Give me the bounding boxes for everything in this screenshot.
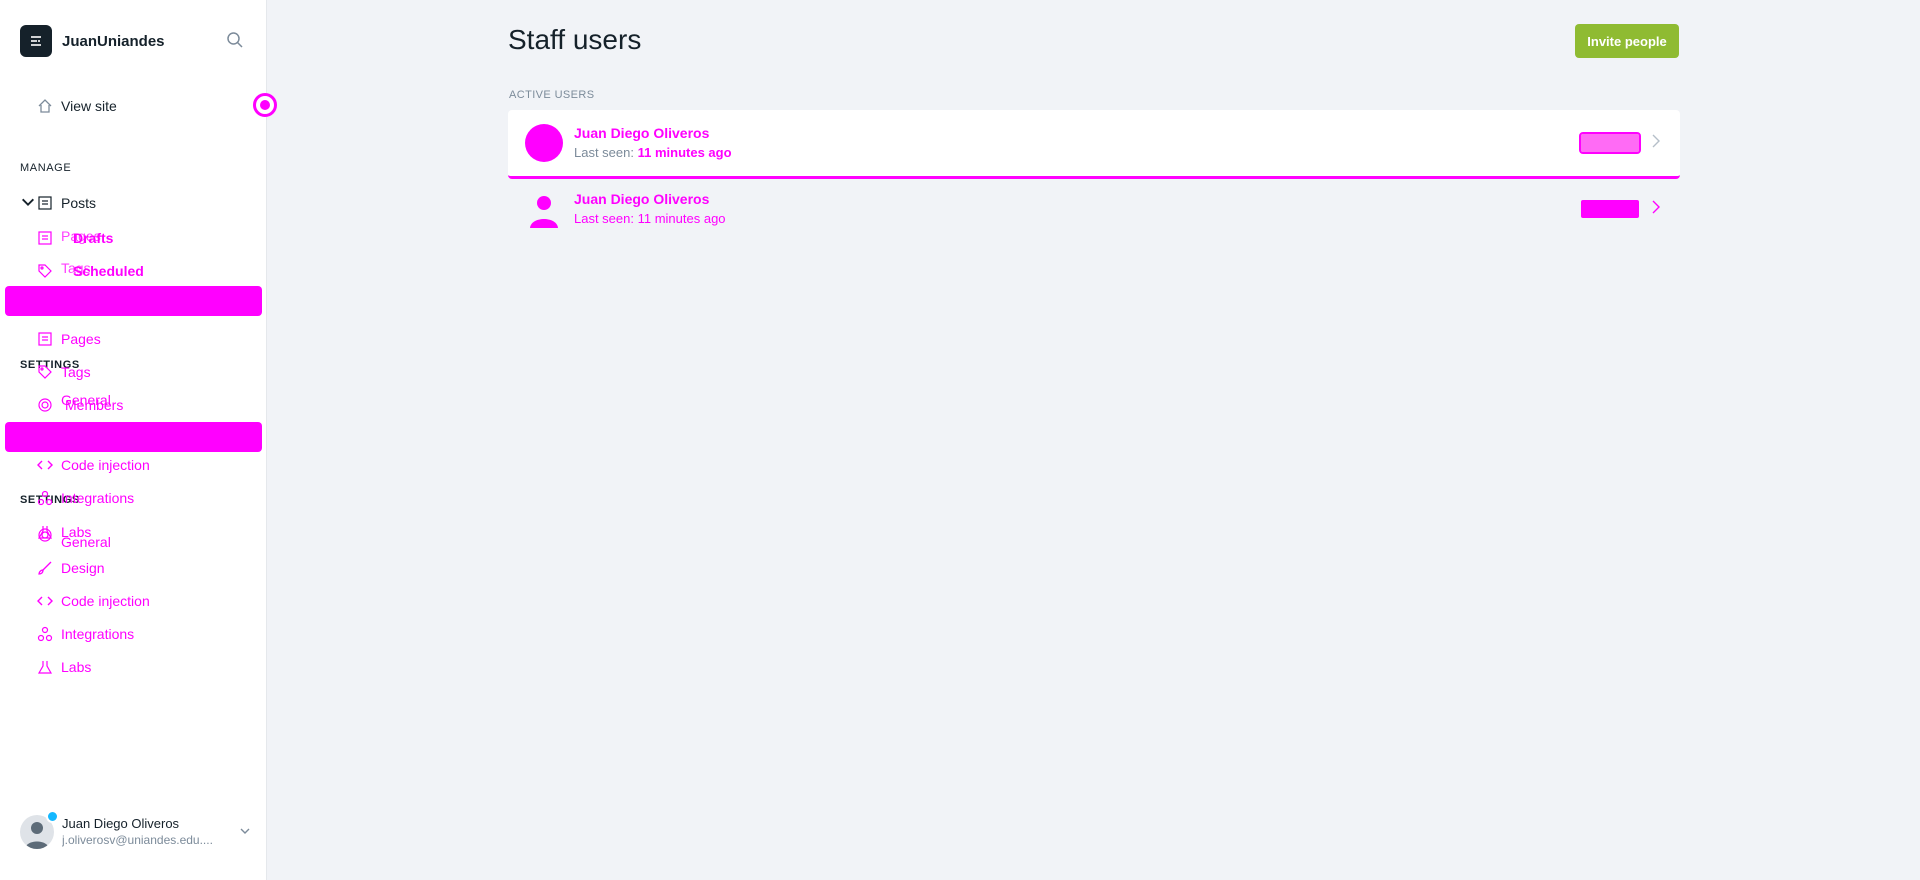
posts-icon bbox=[36, 194, 54, 212]
ghost-pages-label: Pages bbox=[61, 228, 101, 244]
sidebar-item-scheduled[interactable]: Tags Scheduled bbox=[36, 259, 144, 283]
user-row[interactable]: Juan Diego Oliveros Last seen: 11 minute… bbox=[508, 176, 1680, 242]
brand[interactable]: JuanUniandes bbox=[20, 25, 165, 57]
sidebar-item-design[interactable]: Design bbox=[36, 556, 105, 580]
account-email: j.oliverosv@uniandes.edu.... bbox=[62, 833, 213, 847]
home-icon bbox=[36, 97, 54, 115]
brand-logo-icon bbox=[20, 25, 52, 57]
tag-icon bbox=[36, 262, 54, 280]
integrations-icon bbox=[36, 489, 54, 507]
sidebar-item-posts[interactable]: Posts bbox=[20, 191, 96, 215]
code-injection-label-2: Code injection bbox=[61, 593, 150, 609]
pages-label: Pages bbox=[61, 331, 101, 347]
sidebar-item-tags[interactable]: Tags bbox=[36, 360, 91, 384]
brush-icon bbox=[36, 559, 54, 577]
ghost-tags-label: Tags bbox=[61, 260, 91, 276]
account-menu[interactable]: Juan Diego Oliveros j.oliverosv@uniandes… bbox=[20, 810, 252, 852]
chevron-down-icon bbox=[20, 194, 34, 213]
user-avatar bbox=[525, 124, 563, 162]
role-badge bbox=[1579, 132, 1641, 154]
tag-icon bbox=[36, 363, 54, 381]
chevron-right-icon bbox=[1650, 133, 1662, 154]
sidebar-item-pages[interactable]: Pages bbox=[36, 327, 101, 351]
active-users-label: ACTIVE USERS bbox=[509, 89, 595, 101]
chevron-right-icon bbox=[1650, 199, 1662, 220]
user-row[interactable]: Juan Diego Oliveros Last seen: 11 minute… bbox=[508, 110, 1680, 179]
brand-name: JuanUniandes bbox=[62, 32, 165, 50]
last-seen-prefix: Last seen: bbox=[574, 211, 638, 226]
sidebar-item-code-injection[interactable]: Code injection bbox=[36, 453, 150, 477]
account-name: Juan Diego Oliveros bbox=[62, 816, 180, 831]
view-site-link[interactable]: View site bbox=[36, 94, 117, 118]
last-seen-value: 11 minutes ago bbox=[637, 211, 726, 226]
code-injection-label: Code injection bbox=[61, 457, 150, 473]
tags-label: Tags bbox=[61, 364, 91, 380]
user-name: Juan Diego Oliveros bbox=[574, 125, 710, 141]
manage-section-label: MANAGE bbox=[20, 162, 72, 174]
user-avatar bbox=[525, 190, 563, 228]
chevron-down-icon bbox=[238, 824, 252, 843]
main-content: Staff users Invite people ACTIVE USERS J… bbox=[267, 0, 1920, 880]
view-site-label: View site bbox=[61, 98, 117, 114]
ghost-general-label: General bbox=[61, 392, 111, 408]
sidebar-item-integrations-2[interactable]: Integrations bbox=[36, 622, 134, 646]
sidebar-item-members[interactable]: General Members bbox=[36, 392, 123, 417]
pages-icon bbox=[36, 330, 54, 348]
integrations-label-2: Integrations bbox=[61, 626, 135, 642]
last-seen-prefix: Last seen: bbox=[574, 145, 638, 160]
design-label: Design bbox=[61, 560, 105, 576]
role-badge bbox=[1581, 200, 1639, 218]
search-icon[interactable] bbox=[226, 31, 246, 51]
integrations-label: Integrations bbox=[61, 490, 135, 506]
gear-icon bbox=[36, 526, 54, 544]
page-title: Staff users bbox=[508, 24, 642, 55]
invite-people-button[interactable]: Invite people bbox=[1575, 24, 1679, 58]
sidebar-item-drafts[interactable]: Pages Drafts bbox=[36, 226, 113, 250]
general-label: General bbox=[61, 534, 111, 550]
labs-icon bbox=[36, 658, 54, 676]
sidebar-item-integrations[interactable]: Integrations bbox=[36, 486, 134, 510]
highlight-bar-published bbox=[5, 286, 262, 316]
user-name: Juan Diego Oliveros bbox=[574, 191, 710, 207]
code-icon bbox=[36, 592, 54, 610]
gear-icon bbox=[36, 396, 54, 414]
code-icon bbox=[36, 456, 54, 474]
highlight-bar-design bbox=[5, 422, 262, 452]
pages-icon bbox=[36, 229, 54, 247]
sidebar-item-labs-2[interactable]: Labs bbox=[36, 655, 91, 679]
posts-label: Posts bbox=[61, 195, 97, 211]
labs-label-2: Labs bbox=[61, 659, 92, 675]
sidebar-item-general[interactable]: General bbox=[36, 523, 111, 550]
last-seen-value: 11 minutes ago bbox=[637, 145, 732, 160]
sidebar-item-code-injection-2[interactable]: Code injection bbox=[36, 589, 150, 613]
online-status-dot bbox=[46, 810, 59, 823]
integrations-icon bbox=[36, 625, 54, 643]
sidebar: JuanUniandes View site MANAGE Posts Page… bbox=[0, 0, 267, 880]
